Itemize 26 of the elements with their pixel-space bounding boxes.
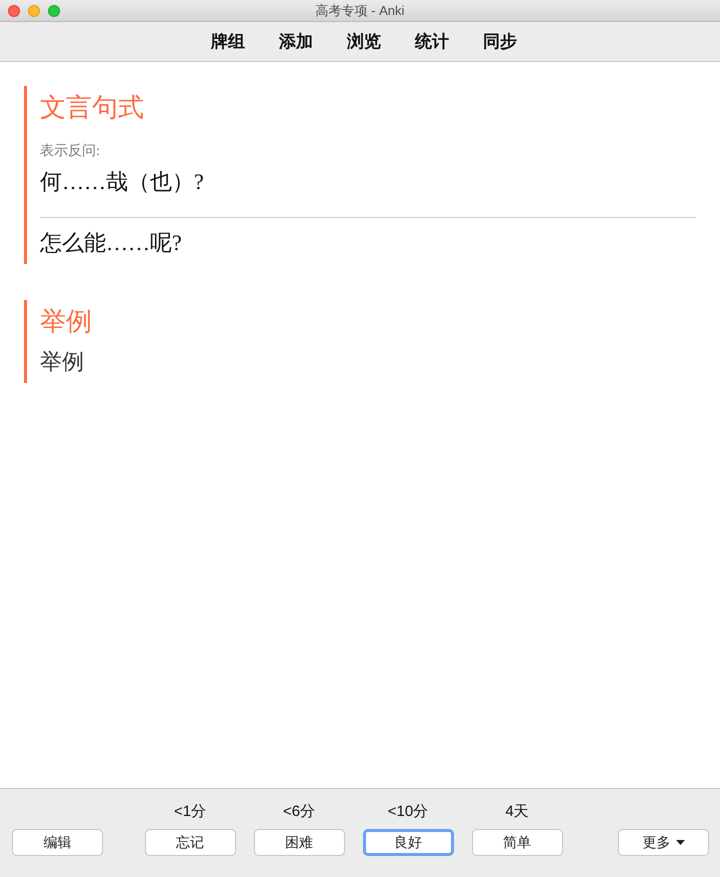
answer-button[interactable]: 良好 — [362, 829, 454, 856]
edit-button[interactable]: 编辑 — [12, 829, 103, 856]
toolbar-link[interactable]: 统计 — [415, 30, 449, 53]
toolbar-link[interactable]: 同步 — [483, 30, 517, 53]
interval-label: <6分 — [282, 802, 316, 821]
interval-label: 4天 — [505, 802, 529, 821]
answer-button[interactable]: 忘记 — [144, 829, 236, 856]
caret-icon — [676, 840, 684, 845]
minimize-button[interactable] — [28, 5, 40, 17]
answer-button[interactable]: 困难 — [254, 829, 344, 856]
answer-text: 怎么能……呢? — [40, 229, 183, 257]
section-heading: 举例 — [40, 306, 93, 338]
interval-label: <10分 — [388, 802, 428, 821]
toolbar-link[interactable]: 添加 — [279, 30, 313, 53]
window-title: 高考专项 - Anki — [316, 2, 404, 20]
question-text: 何……哉（也）? — [40, 168, 205, 196]
example-text: 举例 — [40, 348, 85, 376]
more-button[interactable]: 更多 — [618, 829, 709, 856]
interval-label: <1分 — [174, 802, 206, 821]
toolbar-link[interactable]: 牌组 — [211, 30, 245, 53]
zoom-button[interactable] — [48, 5, 60, 17]
toolbar-link[interactable]: 浏览 — [347, 30, 381, 53]
section-heading: 文言句式 — [40, 92, 145, 124]
hint-text: 表示反问: — [40, 143, 101, 161]
answer-button[interactable]: 简单 — [472, 829, 562, 856]
close-button[interactable] — [8, 5, 20, 17]
